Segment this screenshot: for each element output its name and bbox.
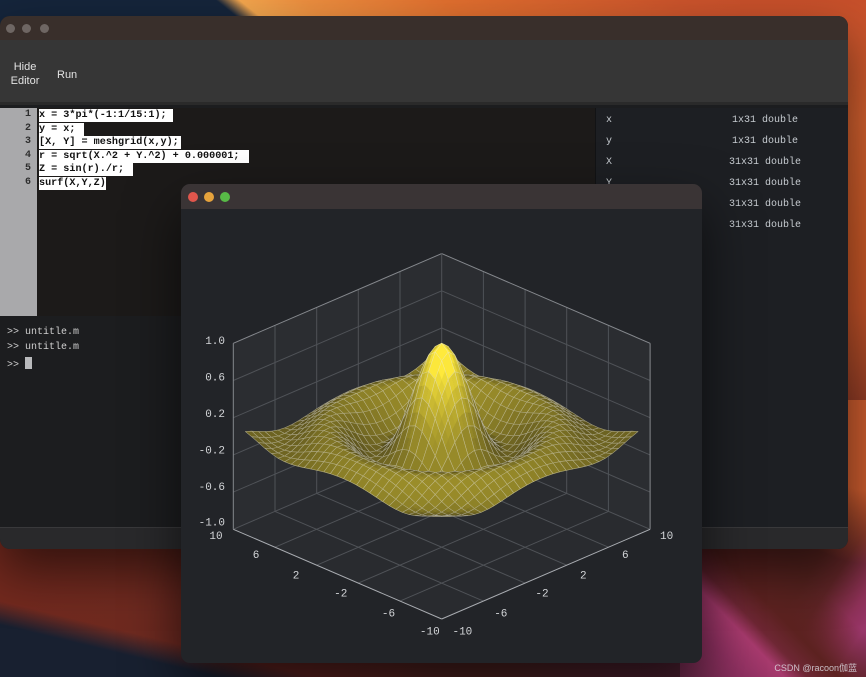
- svg-text:6: 6: [253, 550, 260, 562]
- svg-text:-2: -2: [334, 589, 347, 601]
- svg-text:6: 6: [622, 550, 629, 562]
- svg-text:-6: -6: [382, 608, 395, 620]
- svg-text:-0.2: -0.2: [199, 446, 225, 458]
- svg-text:10: 10: [660, 531, 673, 543]
- svg-text:2: 2: [293, 571, 300, 583]
- svg-text:-10: -10: [452, 626, 472, 638]
- svg-text:-2: -2: [535, 589, 548, 601]
- svg-text:0.6: 0.6: [205, 373, 225, 385]
- svg-text:-0.6: -0.6: [199, 482, 225, 494]
- svg-text:10: 10: [209, 531, 222, 543]
- svg-text:1.0: 1.0: [205, 336, 225, 348]
- svg-text:-1.0: -1.0: [199, 518, 225, 530]
- svg-text:0.2: 0.2: [205, 409, 225, 421]
- svg-text:-10: -10: [420, 626, 440, 638]
- svg-text:2: 2: [580, 571, 587, 583]
- svg-text:-6: -6: [494, 608, 507, 620]
